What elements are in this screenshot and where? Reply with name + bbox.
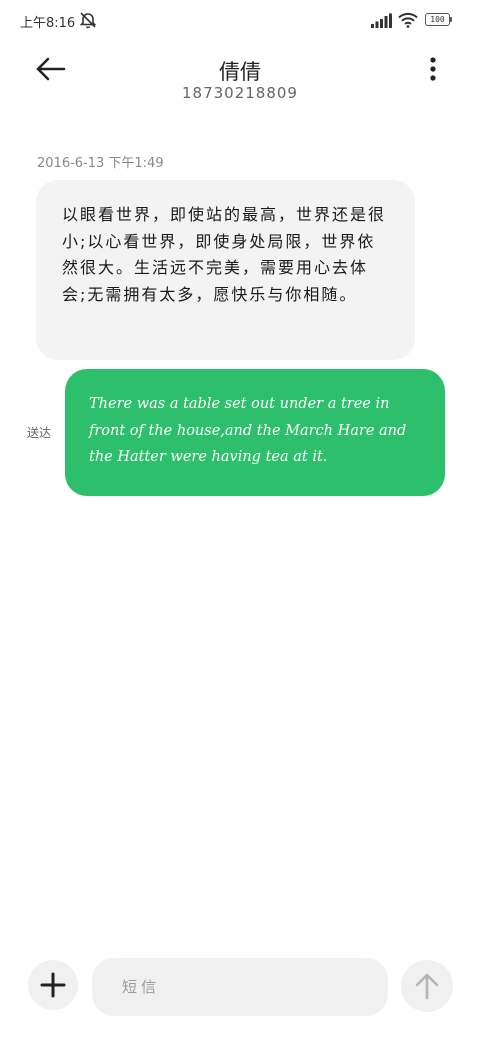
message-timestamp: 2016-6-13 下午1:49: [37, 156, 164, 171]
signal-icon: [371, 13, 392, 28]
outgoing-message-bubble[interactable]: There was a table set out under a tree i…: [65, 369, 445, 496]
plus-icon: [40, 972, 66, 998]
mute-icon: [79, 12, 97, 29]
status-bar: 上午8:16 100: [0, 0, 480, 40]
contact-name: 倩倩: [219, 60, 261, 84]
add-attachment-button[interactable]: [28, 960, 78, 1010]
battery-icon: 100: [425, 13, 453, 27]
battery-level: 100: [425, 13, 450, 26]
battery-tip: [450, 17, 452, 22]
contact-phone-number: 18730218809: [182, 84, 298, 102]
incoming-message-text: 以眼看世界，即使站的最高，世界还是很小;以心看世界，即使身处局限，世界依然很大。…: [62, 205, 387, 304]
status-time: 上午8:16: [20, 16, 76, 31]
incoming-message-bubble[interactable]: 以眼看世界，即使站的最高，世界还是很小;以心看世界，即使身处局限，世界依然很大。…: [36, 180, 415, 360]
more-vertical-icon: [430, 57, 436, 81]
send-button[interactable]: [401, 960, 453, 1012]
wifi-icon: [398, 12, 418, 28]
message-input[interactable]: [92, 958, 388, 1016]
outgoing-message-text: There was a table set out under a tree i…: [89, 396, 407, 465]
send-arrow-icon: [415, 973, 439, 1000]
delivery-status: 送达: [27, 426, 52, 440]
more-options-button[interactable]: [420, 54, 446, 84]
